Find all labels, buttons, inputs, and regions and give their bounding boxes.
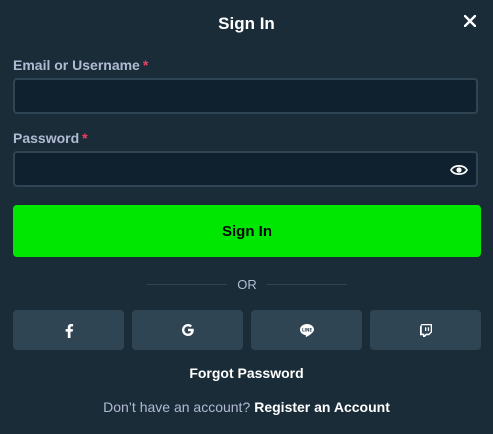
svg-text:LINE: LINE (301, 327, 311, 332)
modal-title: Sign In (218, 14, 275, 33)
divider-line (266, 283, 347, 285)
or-text: OR (237, 276, 257, 292)
google-icon (181, 324, 194, 336)
eye-icon (450, 164, 468, 176)
close-button[interactable] (461, 12, 479, 30)
forgot-password-link[interactable]: Forgot Password (0, 365, 493, 381)
facebook-login-button[interactable] (13, 310, 124, 350)
google-login-button[interactable] (132, 310, 243, 350)
email-label: Email or Username * (13, 57, 148, 73)
close-icon (464, 15, 476, 27)
required-marker: * (142, 57, 149, 73)
sign-in-modal: Sign In Email or Username * Password * Sig… (0, 0, 493, 434)
show-password-button[interactable] (449, 160, 469, 180)
email-label-text: Email or Username (13, 57, 140, 73)
register-link[interactable]: Register an Account (254, 399, 390, 415)
password-input[interactable] (13, 151, 478, 187)
twitch-login-button[interactable] (370, 310, 481, 350)
sign-in-button[interactable]: Sign In (13, 205, 481, 257)
register-prompt: Don’t have an account? (103, 399, 251, 415)
or-divider: OR (147, 276, 347, 292)
password-label: Password * (13, 130, 88, 146)
email-input[interactable] (13, 78, 478, 114)
line-icon: LINE (299, 323, 314, 337)
social-login-row: LINE (13, 310, 481, 350)
twitch-icon (419, 323, 432, 337)
password-label-text: Password (13, 130, 80, 146)
facebook-icon (65, 323, 73, 338)
line-login-button[interactable]: LINE (251, 310, 362, 350)
required-marker: * (82, 130, 88, 146)
register-row: Don’t have an account? Register an Accoun… (0, 399, 493, 415)
divider-line (147, 283, 228, 285)
